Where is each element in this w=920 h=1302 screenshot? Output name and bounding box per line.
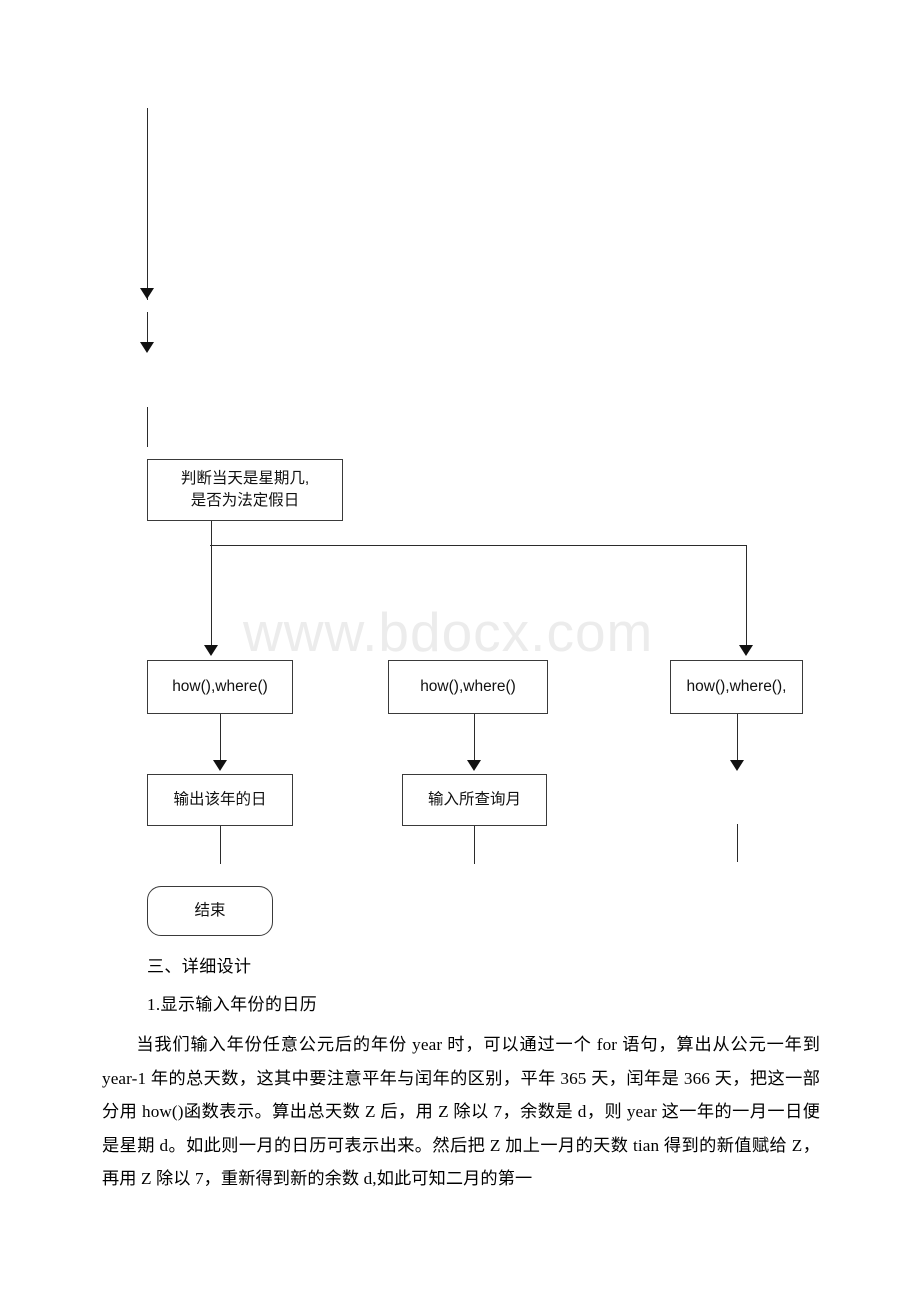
branch-stem xyxy=(211,521,212,545)
action-node-1-label: 输出该年的日 xyxy=(173,790,267,808)
right-branch-trailing-stub xyxy=(737,824,738,862)
process-2-to-action-2-arrowhead xyxy=(467,760,481,771)
process-node-3-label: how(),where(), xyxy=(686,677,787,695)
branch-horizontal-bus xyxy=(210,545,747,546)
decision-node: 判断当天是星期几, 是否为法定假日 xyxy=(147,459,343,521)
process-3-outgoing-arrowhead xyxy=(730,760,744,771)
entry-connector-long-arrowhead xyxy=(140,288,154,299)
action-node-1: 输出该年的日 xyxy=(147,774,293,826)
entry-connector-short-arrowhead xyxy=(140,342,154,353)
branch-left-arrowhead xyxy=(204,645,218,656)
action-node-1-exit-stub xyxy=(220,826,221,864)
action-node-2: 输入所查询月 xyxy=(402,774,547,826)
action-node-2-label: 输入所查询月 xyxy=(427,790,521,808)
entry-connector-long xyxy=(147,108,148,300)
process-node-2: how(),where() xyxy=(388,660,548,714)
decision-node-entry-stub xyxy=(147,407,148,447)
body-paragraph: 当我们输入年份任意公元后的年份 year 时，可以通过一个 for 语句，算出从… xyxy=(102,1035,820,1188)
branch-left-connector xyxy=(211,545,212,649)
process-node-3: how(),where(), xyxy=(670,660,803,714)
flowchart-diagram: 判断当天是星期几, 是否为法定假日 how(),where() how(),wh… xyxy=(0,0,920,960)
subsection-heading: 1.显示输入年份的日历 xyxy=(147,995,318,1014)
terminator-node: 结束 xyxy=(147,886,273,936)
process-1-to-action-1-connector xyxy=(220,714,221,764)
process-1-to-action-1-arrowhead xyxy=(213,760,227,771)
decision-node-label: 判断当天是星期几, 是否为法定假日 xyxy=(180,469,310,509)
branch-right-arrowhead xyxy=(739,645,753,656)
terminator-node-label: 结束 xyxy=(194,901,226,919)
section-heading: 三、详细设计 xyxy=(147,957,252,976)
branch-right-connector xyxy=(746,545,747,649)
process-node-1: how(),where() xyxy=(147,660,293,714)
document-page: www.bdocx.com 判断当天是星期几, 是否为法定假日 how(),wh… xyxy=(0,0,920,1302)
process-3-outgoing-connector xyxy=(737,714,738,764)
process-2-to-action-2-connector xyxy=(474,714,475,764)
action-node-2-exit-stub xyxy=(474,826,475,864)
process-node-2-label: how(),where() xyxy=(420,677,516,695)
process-node-1-label: how(),where() xyxy=(172,677,268,695)
